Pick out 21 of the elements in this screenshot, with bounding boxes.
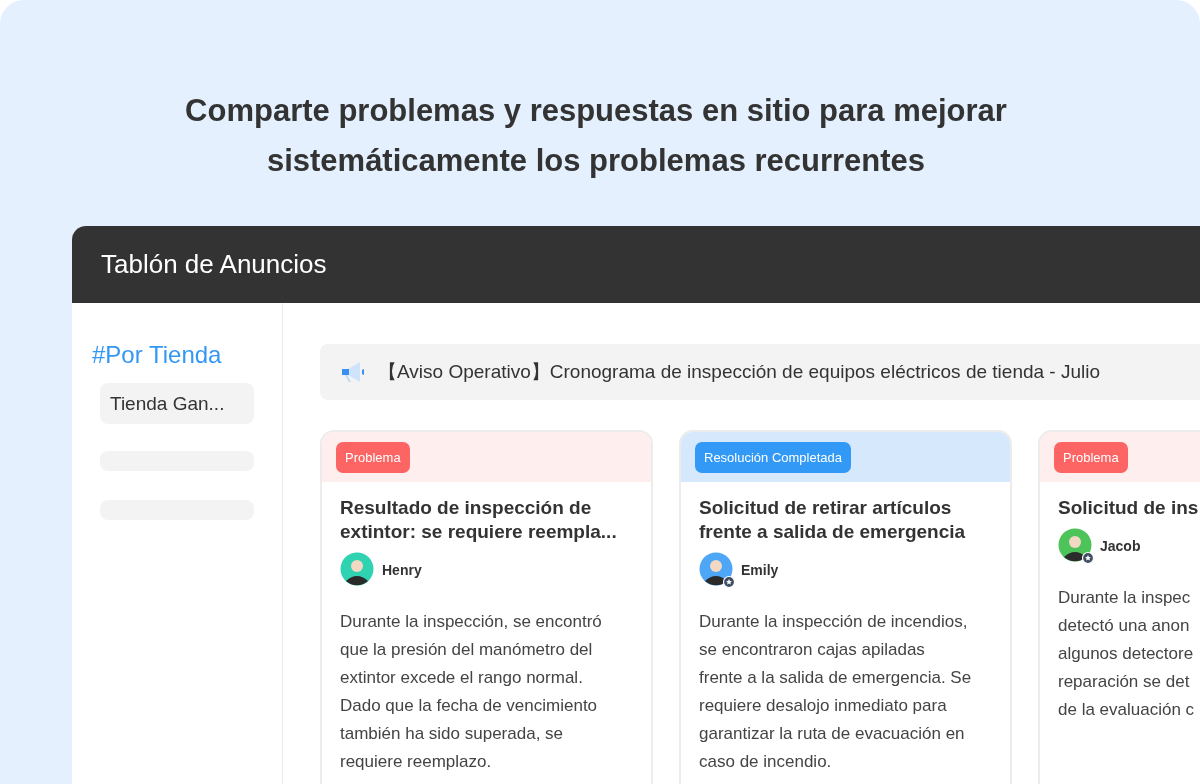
- card-text: Durante la inspec detectó una anon algunos detectore reparación se det de la evaluación c: [1058, 587, 1196, 721]
- status-tag: Resolución Completada: [695, 441, 852, 473]
- sidebar-item[interactable]: Tienda Gan...: [100, 383, 254, 424]
- card-title: Solicitud de ins: [1058, 496, 1200, 520]
- author-name: Emily: [741, 562, 779, 578]
- card-text: Durante la inspección de incendios, se encontraron cajas apiladas frente a la salida de emergencia. Se requiere desalojo inmediato para garantizar la ruta de evacuación en caso de incendio.: [699, 611, 973, 773]
- post-card[interactable]: Problema Solicitud de ins Jacob Durante la inspec detectó una anon algunos detectore reparación se det de la evaluación c: [1038, 430, 1200, 784]
- status-tag: Problema: [336, 441, 410, 473]
- headline: Comparte problemas y respuestas en sitio para mejorar sistemáticamente los problemas recurrentes: [184, 92, 1008, 180]
- card-text: Durante la inspección, se encontró que la presión del manómetro del extintor excede el rango normal. Dado que la fecha de vencimiento también ha sido superada, se requiere reemplazo.: [340, 611, 603, 773]
- notice-bar[interactable]: 【Aviso Operativo】Cronograma de inspección de equipos eléctricos de tienda - Julio: [320, 344, 1200, 400]
- sidebar-title: #Por Tienda: [92, 341, 223, 369]
- window-title: Tablón de Anuncios: [101, 249, 327, 280]
- notice-text: 【Aviso Operativo】Cronograma de inspección de equipos eléctricos de tienda - Julio: [378, 360, 1101, 384]
- status-tag: Problema: [1054, 441, 1128, 473]
- author-name: Henry: [382, 562, 422, 578]
- card-title: Resultado de inspección de extintor: se requiere reempla...: [340, 496, 618, 544]
- card-title: Solicitud de retirar artículos frente a salida de emergencia: [699, 496, 967, 544]
- post-card[interactable]: [320, 430, 653, 784]
- author-name: Jacob: [1100, 538, 1141, 554]
- post-card[interactable]: [679, 430, 1012, 784]
